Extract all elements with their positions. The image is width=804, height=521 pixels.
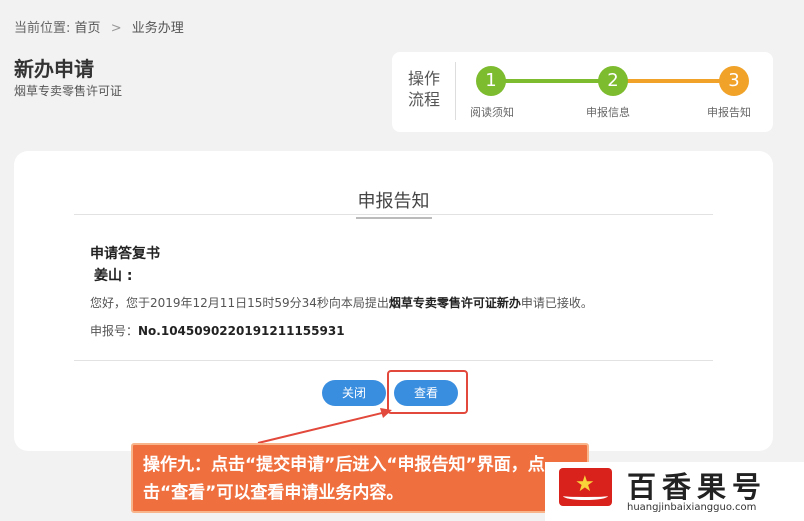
- breadcrumb-home-link[interactable]: 首页: [75, 21, 101, 36]
- page-subtitle: 烟草专卖零售许可证: [14, 84, 123, 98]
- notice-card: 申报告知 申请答复书 姜山 : 您好，您于2019年12月11日15时59分34…: [14, 151, 773, 451]
- breadcrumb: 当前位置: 首页 > 业务办理: [14, 17, 184, 36]
- reply-title: 申请答复书: [90, 246, 160, 262]
- step-1-label: 阅读须知: [470, 106, 514, 119]
- message-suffix: 申请已接收。: [520, 296, 593, 310]
- close-button[interactable]: 关闭: [322, 380, 386, 406]
- application-number: 申报号：No.104509022019121115593​1: [90, 322, 345, 339]
- divider-top: [74, 214, 713, 215]
- watermark-brand: 百香果号: [627, 470, 768, 504]
- step-2-circle: 2: [598, 66, 628, 96]
- page-title: 新办申请: [14, 57, 94, 81]
- breadcrumb-current[interactable]: 业务办理: [132, 21, 184, 36]
- breadcrumb-prefix: 当前位置:: [14, 21, 71, 36]
- process-steps-card: 操作流程 1 2 3 阅读须知 申报信息 申报告知: [392, 52, 773, 132]
- instruction-callout: 操作九：点击“提交申请”后进入“申报告知”界面，点击“查看”可以查看申请业务内容…: [131, 443, 589, 513]
- appno-value: No.104509022019121115593​1: [138, 324, 345, 338]
- watermark: ★ 百香果号 huangjinbaixiangguo.com: [545, 462, 804, 521]
- watermark-logo: ★: [559, 468, 612, 506]
- message-bold: 烟草专卖零售许可证新办: [388, 296, 521, 310]
- addressee: 姜山 :: [94, 268, 133, 284]
- step-3-circle: 3: [719, 66, 749, 96]
- appno-label: 申报号：: [90, 324, 139, 338]
- view-button-highlight: [387, 370, 468, 414]
- notice-message: 您好，您于2019年12月11日15时59分34秒向本局提出烟草专卖零售许可证新…: [90, 294, 593, 311]
- step-1-circle: 1: [476, 66, 506, 96]
- breadcrumb-separator: >: [110, 21, 122, 36]
- progress-track-current: [621, 79, 733, 83]
- divider-bottom: [74, 360, 713, 361]
- process-label: 操作流程: [408, 69, 441, 109]
- message-prefix: 您好，您于2019年12月11日15时59分34秒向本局提出: [90, 296, 389, 310]
- watermark-domain: huangjinbaixiangguo.com: [627, 502, 757, 513]
- step-3-label: 申报告知: [707, 106, 751, 119]
- step-2-label: 申报信息: [586, 106, 630, 119]
- swoosh-icon: [563, 492, 608, 500]
- process-divider: [455, 62, 456, 120]
